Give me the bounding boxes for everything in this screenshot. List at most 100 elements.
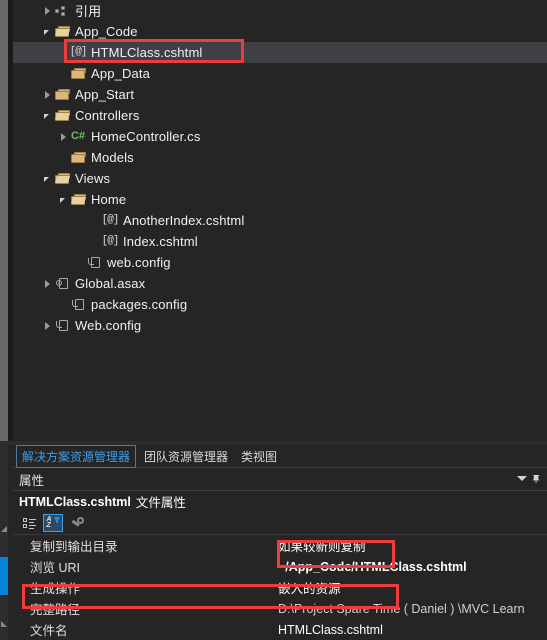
properties-vertical-scrollbar[interactable] <box>0 445 8 640</box>
property-value[interactable]: HTMLClass.cshtml <box>278 623 387 637</box>
tree-item-label: HomeController.cs <box>91 129 201 144</box>
tree-item-home[interactable]: Home <box>13 189 547 210</box>
chevron-right-icon[interactable] <box>39 84 53 105</box>
scroll-up-marker-icon <box>1 526 7 532</box>
property-row[interactable]: 复制到输出目录 如果较新则复制 <box>13 535 547 556</box>
property-value[interactable]: 如果较新则复制 <box>278 536 370 555</box>
tree-item-controllers[interactable]: Controllers <box>13 105 547 126</box>
tree-item-label: Global.asax <box>75 276 146 291</box>
tab-类视图[interactable]: 类视图 <box>236 446 282 467</box>
scrollbar-thumb[interactable] <box>0 0 8 441</box>
property-name: 完整路径 <box>30 603 81 617</box>
tree-item-models[interactable]: Models <box>13 147 547 168</box>
tree-item-global-asax[interactable]: Global.asax <box>13 273 547 294</box>
tree-item-app-data[interactable]: App_Data <box>13 63 547 84</box>
tree-expander-placeholder <box>55 63 69 84</box>
categorized-icon <box>22 517 36 529</box>
tree-item-label: App_Data <box>91 66 151 81</box>
tree-item-web-config[interactable]: web.config <box>13 252 547 273</box>
tree-item-htmlclass-cshtml[interactable]: [@] HTMLClass.cshtml <box>13 42 547 63</box>
razor-file-icon: [@] <box>101 214 120 226</box>
tree-expander-placeholder <box>55 294 69 315</box>
tree-item-homecontroller-cs[interactable]: C# HomeController.cs <box>13 126 547 147</box>
property-value[interactable]: 嵌入的资源 <box>278 578 345 597</box>
chevron-down-icon[interactable] <box>39 168 53 189</box>
tree-item-label: Home <box>91 192 127 207</box>
chevron-down-icon[interactable] <box>517 476 527 481</box>
config-file-icon <box>53 317 71 335</box>
folder-icon <box>53 86 71 104</box>
scroll-down-marker-icon <box>1 621 7 627</box>
chevron-down-icon[interactable] <box>55 189 69 210</box>
tree-item-label: 引用 <box>75 4 102 19</box>
chevron-right-icon[interactable] <box>55 126 69 147</box>
config-file-icon <box>85 254 103 272</box>
tree-item-label: App_Code <box>75 24 138 39</box>
property-pages-button[interactable] <box>67 514 87 532</box>
tree-item-views[interactable]: Views <box>13 168 547 189</box>
properties-grid[interactable]: 复制到输出目录 如果较新则复制 浏览 URI ~/App_Code/HTMLClass… <box>13 535 547 640</box>
chevron-down-icon[interactable] <box>39 105 53 126</box>
tab-团队资源管理器[interactable]: 团队资源管理器 <box>139 446 233 467</box>
properties-scrollbar-thumb[interactable] <box>0 557 8 595</box>
tree-item-label: App_Start <box>75 87 135 102</box>
tree-item-app-start[interactable]: App_Start <box>13 84 547 105</box>
tree-item-index-cshtml[interactable]: [@] Index.cshtml <box>13 231 547 252</box>
tree-item-label: Web.config <box>75 318 142 333</box>
csharp-file-icon: C# <box>70 130 86 142</box>
tree-item-app-code[interactable]: App_Code <box>13 21 547 42</box>
property-value[interactable]: D:\Project Spare Time ( Daniel ) \MVC Le… <box>278 602 529 616</box>
property-name: 文件名 <box>30 624 68 638</box>
tree-item-anotherindex-cshtml[interactable]: [@] AnotherIndex.cshtml <box>13 210 547 231</box>
chevron-right-icon[interactable] <box>39 273 53 294</box>
tree-item-label: web.config <box>107 255 171 270</box>
tree-expander-placeholder <box>71 252 85 273</box>
tree-expander-placeholder <box>55 147 69 168</box>
tree-expander-placeholder <box>87 210 101 231</box>
tree-item-label: Views <box>75 171 111 186</box>
solution-explorer-tree[interactable]: 引用 App_Code [@] HTMLClass.cshtml App_Data App… <box>13 0 547 441</box>
property-pages-icon <box>71 516 84 530</box>
razor-file-icon: [@] <box>69 46 88 58</box>
property-value[interactable]: ~/App_Code/HTMLClass.cshtml <box>278 560 471 574</box>
tree-item--[interactable]: 引用 <box>13 0 547 21</box>
chevron-right-icon[interactable] <box>39 0 53 21</box>
categorized-button[interactable] <box>19 514 39 532</box>
alphabetical-sort-button[interactable]: AZ <box>43 514 63 532</box>
references-icon <box>53 2 71 20</box>
property-row[interactable]: 浏览 URI ~/App_Code/HTMLClass.cshtml <box>13 556 547 577</box>
tree-item-label: Models <box>91 150 134 165</box>
chevron-right-icon[interactable] <box>39 315 53 336</box>
asax-file-icon <box>53 275 71 293</box>
solution-explorer-vertical-scrollbar[interactable] <box>0 0 8 441</box>
folder-open-icon <box>69 191 87 209</box>
tree-item-label: Controllers <box>75 108 140 123</box>
tree-expander-placeholder <box>87 231 101 252</box>
folder-icon <box>69 149 87 167</box>
folder-open-icon <box>53 23 71 41</box>
chevron-down-icon[interactable] <box>39 21 53 42</box>
tree-expander-placeholder <box>55 42 69 63</box>
tab-解决方案资源管理器[interactable]: 解决方案资源管理器 <box>16 444 137 468</box>
property-row[interactable]: 文件名 HTMLClass.cshtml <box>13 619 547 640</box>
tree-item-label: packages.config <box>91 297 188 312</box>
tree-item-web-config[interactable]: Web.config <box>13 315 547 336</box>
alphabetical-sort-icon: AZ <box>47 516 60 529</box>
tool-window-tabstrip[interactable]: 解决方案资源管理器 团队资源管理器 类视图 <box>13 444 547 468</box>
tree-item-packages-config[interactable]: packages.config <box>13 294 547 315</box>
tree-item-label: AnotherIndex.cshtml <box>123 213 245 228</box>
pin-icon[interactable] <box>532 474 541 484</box>
properties-toolbar[interactable]: AZ <box>13 512 547 535</box>
property-row[interactable]: 完整路径 D:\Project Spare Time ( Daniel ) \MV… <box>13 598 547 619</box>
properties-panel-header: 属性 <box>13 468 547 491</box>
folder-icon <box>69 65 87 83</box>
property-row[interactable]: 生成操作 嵌入的资源 <box>13 577 547 598</box>
properties-panel-title: 属性 <box>19 473 45 488</box>
config-file-icon <box>69 296 87 314</box>
properties-object-name: HTMLClass.cshtml <box>19 494 131 509</box>
properties-object-title: HTMLClass.cshtml 文件属性 <box>13 491 547 512</box>
property-name: 生成操作 <box>30 582 81 596</box>
tree-item-label: Index.cshtml <box>123 234 198 249</box>
folder-open-icon <box>53 107 71 125</box>
property-name: 复制到输出目录 <box>30 540 118 554</box>
